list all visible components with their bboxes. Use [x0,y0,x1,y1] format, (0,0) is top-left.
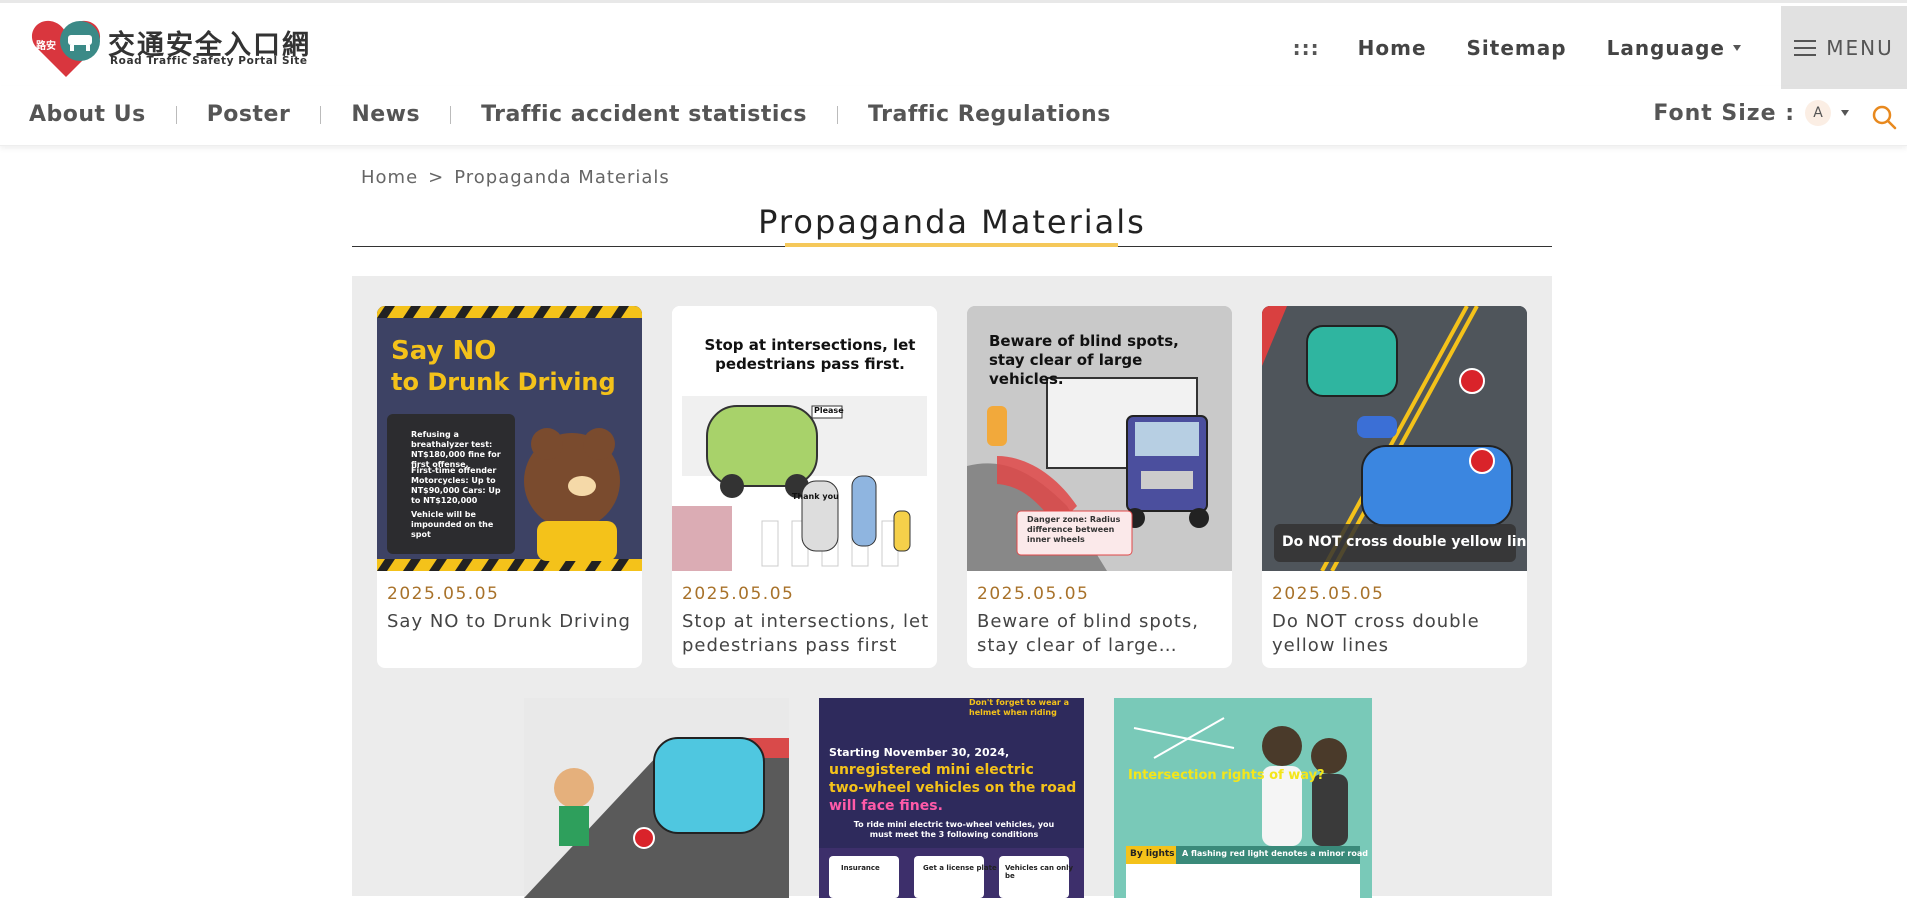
breadcrumb-home[interactable]: Home [361,167,418,188]
poster-condition-2: Get a license plate [923,864,997,872]
font-size-control[interactable]: Font Size : A [1653,100,1849,126]
poster-condition-1: Insurance [841,864,880,872]
nav-item-traffic-regulations[interactable]: Traffic Regulations [868,102,1111,127]
poster-sub: By lights [1130,849,1175,859]
card-title[interactable]: Stop at intersections, let pedestrians p… [682,610,930,658]
search-icon[interactable] [1871,104,1897,130]
page-title: Propaganda Materials [758,203,1146,241]
poster-please: Please [814,406,844,415]
poster-title: Stop at intersections, let pedestrians p… [704,336,916,373]
breadcrumb: Home > Propaganda Materials [361,167,670,188]
material-card[interactable]: Don't forget to wear a helmet when ridin… [819,698,1084,898]
language-label: Language [1606,35,1725,60]
material-card[interactable]: Stop at intersections, let pedestrians p… [672,306,937,668]
caret-down-icon [1733,44,1741,51]
poster-note: A flashing red light denotes a minor roa… [1182,849,1368,858]
breadcrumb-current: Propaganda Materials [454,167,670,188]
material-card[interactable]: Intersection rights of way? By lights A … [1114,698,1372,898]
material-card[interactable]: Do NOT cross double yellow lines 2025.05… [1262,306,1527,668]
language-dropdown[interactable]: Language [1607,36,1741,60]
nav-divider [175,105,177,124]
poster-tag: Don't forget to wear a helmet when ridin… [969,698,1070,717]
poster-line-5: To ride mini electric two-wheel vehicles… [853,820,1055,839]
logo-title-en: Road Traffic Safety Portal Site [110,55,308,67]
poster-title: Intersection rights of way? [1128,768,1325,783]
card-date: 2025.05.05 [387,584,500,604]
card-thumbnail: Do NOT cross double yellow lines [1262,306,1527,571]
card-date: 2025.05.05 [977,584,1090,604]
poster-bullet-2: First-time offender Motorcycles: Up to N… [411,466,501,505]
poster-caption: Do NOT cross double yellow lines [1282,534,1527,550]
poster-car-pedestrian [524,698,789,898]
page-title-bar: Propaganda Materials [352,203,1552,247]
caret-down-icon [1841,110,1849,116]
card-thumbnail: Beware of blind spots, stay clear of lar… [967,306,1232,571]
card-title[interactable]: Say NO to Drunk Driving [387,610,635,634]
material-card[interactable] [524,698,789,898]
font-size-value[interactable]: A [1805,100,1831,126]
material-card[interactable]: Beware of blind spots, stay clear of lar… [967,306,1232,668]
accesskey-link[interactable]: ::: [1293,36,1320,60]
hamburger-icon [1794,39,1817,56]
menu-button[interactable]: MENU [1781,6,1907,89]
card-title[interactable]: Do NOT cross double yellow lines [1272,610,1520,658]
poster-title-line1: Say NO [391,336,497,366]
breadcrumb-separator: > [428,167,445,188]
title-underline [785,243,1118,247]
nav-item-traffic-accident-statistics[interactable]: Traffic accident statistics [481,102,807,127]
poster-condition-3: Vehicles can only be [1005,864,1074,880]
sitemap-link[interactable]: Sitemap [1467,36,1567,60]
poster-title-line2: to Drunk Driving [391,368,616,396]
poster-intersection-rights [1114,698,1372,898]
nav-divider [837,105,839,124]
poster-line-3: two-wheel vehicles on the road [829,780,1077,796]
materials-grid: Say NO to Drunk Driving Refusing a breat… [352,276,1552,898]
header: 路安 交通安全入口網 Road Traffic Safety Portal Si… [0,0,1907,89]
font-size-label: Font Size : [1653,100,1795,126]
menu-label: MENU [1826,35,1894,60]
nav-item-poster[interactable]: Poster [207,102,291,127]
home-link[interactable]: Home [1358,36,1427,60]
poster-thanks: Thank you [792,492,839,501]
logo-heart-icon: 路安 [31,20,101,78]
material-card[interactable]: Say NO to Drunk Driving Refusing a breat… [377,306,642,668]
card-thumbnail: Say NO to Drunk Driving Refusing a breat… [377,306,642,571]
poster-line-1: Starting November 30, 2024, [829,746,1010,759]
poster-title: Beware of blind spots, stay clear of lar… [989,332,1179,388]
poster-line-2: unregistered mini electric [829,762,1034,778]
card-title[interactable]: Beware of blind spots, stay clear of lar… [977,610,1225,658]
card-date: 2025.05.05 [682,584,795,604]
card-thumbnail: Stop at intersections, let pedestrians p… [672,306,937,571]
nav-item-news[interactable]: News [351,102,420,127]
poster-line-4: will face fines. [829,798,943,814]
poster-bullet-1: Refusing a breathalyzer test: NT$180,000… [411,430,501,469]
poster-double-yellow [1262,306,1527,571]
site-logo[interactable]: 路安 交通安全入口網 Road Traffic Safety Portal Si… [30,15,310,78]
poster-danger: Danger zone: Radius difference between i… [1027,515,1121,544]
card-date: 2025.05.05 [1272,584,1385,604]
poster-bullet-3: Vehicle will be impounded on the spot [411,510,494,539]
utility-nav: ::: Home Sitemap Language MENU [1293,6,1907,89]
main-nav: About Us Poster News Traffic accident st… [0,86,1907,146]
nav-divider [450,105,452,124]
nav-divider [320,105,322,124]
svg-text:路安: 路安 [36,39,56,52]
nav-item-about-us[interactable]: About Us [29,102,146,127]
